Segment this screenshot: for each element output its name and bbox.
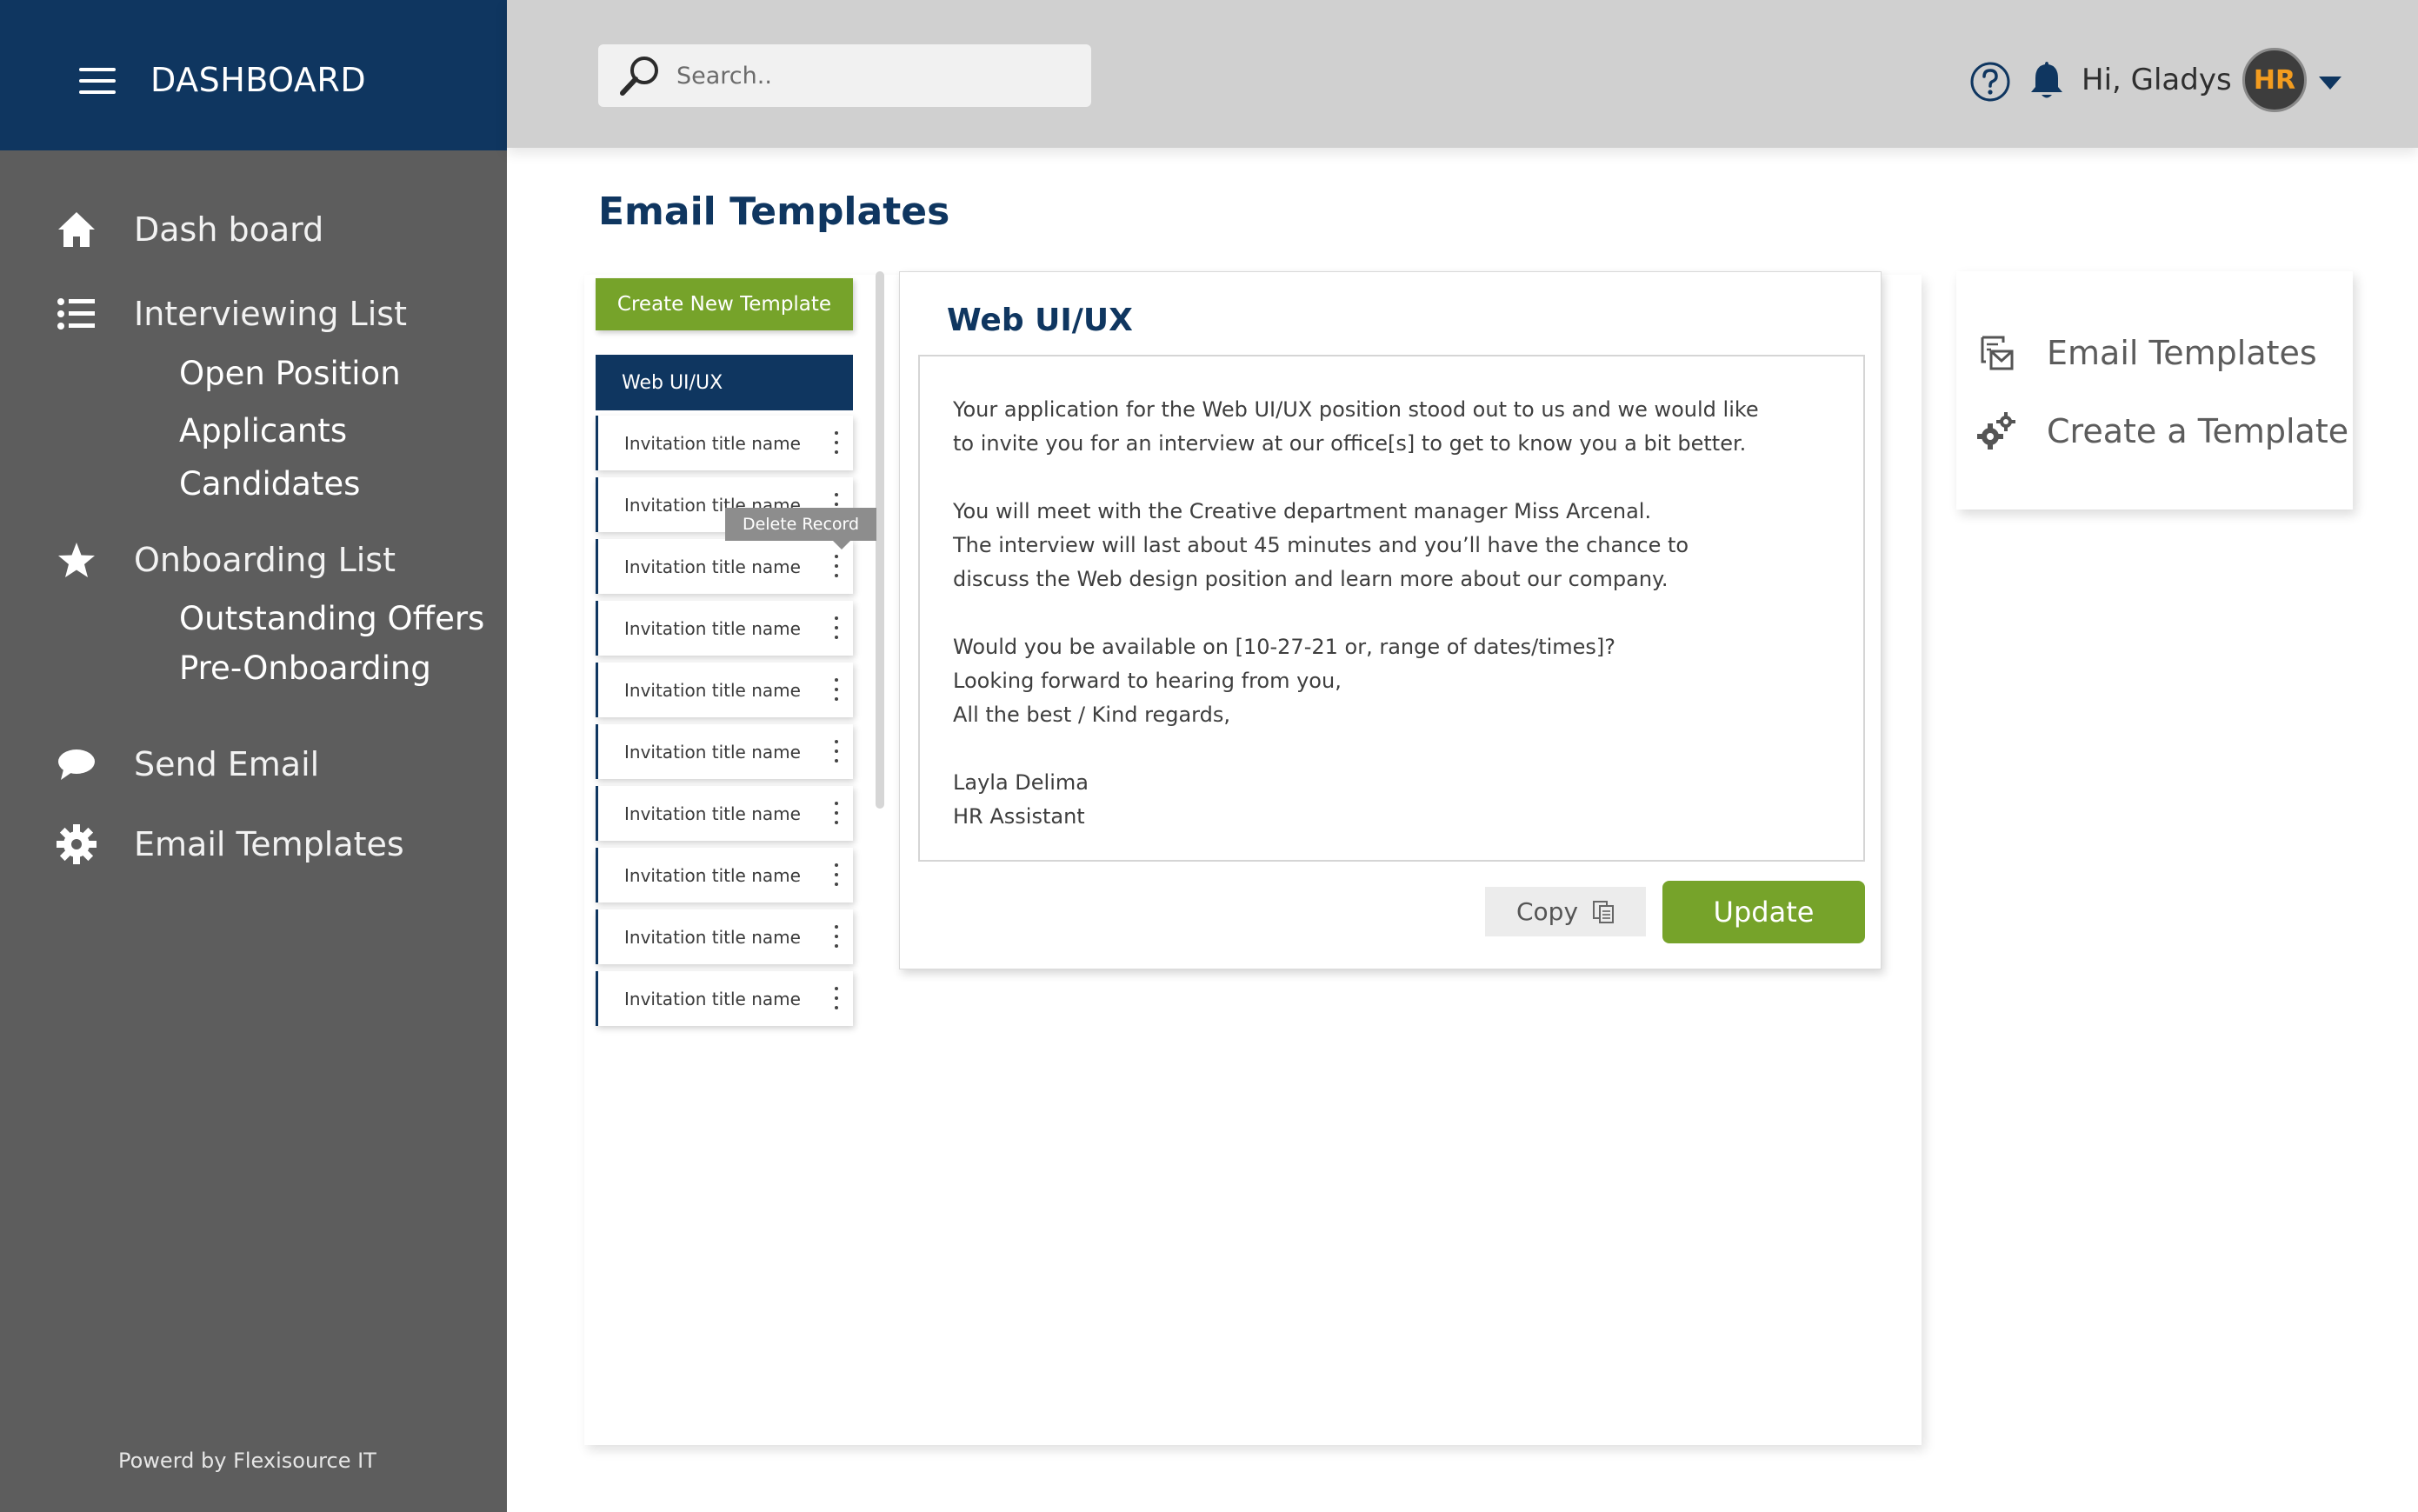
sidebar-subitem-pre-onboarding[interactable]: Pre-Onboarding: [179, 649, 431, 687]
template-item[interactable]: Invitation title name: [596, 416, 853, 470]
email-body-line: to invite you for an interview at our of…: [953, 431, 1747, 456]
sidebar-item-label: Dash board: [134, 210, 324, 249]
template-item-label: Invitation title name: [624, 741, 801, 763]
right-menu: Email Templates Create a Template: [1956, 271, 2353, 510]
template-item[interactable]: Invitation title name: [596, 786, 853, 841]
email-body-line: Layla Delima: [953, 770, 1089, 795]
template-item[interactable]: Invitation title name: [596, 601, 853, 656]
sidebar: DASHBOARD Dash board Interviewing List O…: [0, 0, 507, 1512]
email-body-line: You will meet with the Creative departme…: [953, 499, 1652, 523]
right-menu-email-templates[interactable]: Email Templates: [1975, 332, 2317, 374]
template-item-label: Invitation title name: [624, 679, 801, 701]
copy-button[interactable]: Copy: [1485, 887, 1646, 936]
email-body-line: Would you be available on [10-27-21 or, …: [953, 635, 1616, 659]
template-item[interactable]: Invitation title name: [596, 971, 853, 1026]
brand-bar: DASHBOARD: [0, 0, 507, 150]
template-item[interactable]: Invitation title name: [596, 909, 853, 964]
star-icon: [52, 536, 101, 584]
right-menu-create-template[interactable]: Create a Template: [1975, 410, 2348, 452]
sidebar-item-email-templates[interactable]: Email Templates: [52, 820, 404, 869]
email-body-line: discuss the Web design position and lear…: [953, 567, 1669, 591]
sidebar-subitem-open-position[interactable]: Open Position: [179, 355, 401, 392]
template-item[interactable]: Invitation title name: [596, 663, 853, 717]
copy-icon: [1593, 900, 1615, 923]
gears-icon: [1975, 410, 2017, 452]
sidebar-item-label: Interviewing List: [134, 295, 407, 333]
user-greeting: Hi, Gladys !: [2082, 63, 2254, 97]
chat-bubble-icon: [52, 740, 101, 789]
app-title: DASHBOARD: [150, 61, 367, 99]
template-item-label: Invitation title name: [624, 864, 801, 886]
sidebar-item-onboarding-list[interactable]: Onboarding List: [52, 536, 396, 584]
email-template-icon: [1975, 332, 2017, 374]
template-item[interactable]: Invitation title name: [596, 848, 853, 903]
copy-button-label: Copy: [1515, 897, 1579, 926]
editor-title: Web UI/UX: [947, 303, 1133, 338]
more-options-icon[interactable]: [832, 802, 841, 824]
template-item-active[interactable]: Web UI/UX: [596, 355, 853, 410]
list-icon: [52, 290, 101, 338]
search-input[interactable]: [676, 62, 1059, 90]
email-body-line: HR Assistant: [953, 804, 1085, 829]
sidebar-item-dashboard[interactable]: Dash board: [52, 205, 323, 254]
template-item-label: Invitation title name: [624, 617, 801, 639]
sidebar-item-label: Send Email: [134, 745, 320, 783]
template-list-scrollbar[interactable]: [876, 271, 884, 809]
sidebar-item-interviewing-list[interactable]: Interviewing List: [52, 290, 407, 338]
more-options-icon[interactable]: [832, 616, 841, 639]
email-body-line: Looking forward to hearing from you,: [953, 669, 1342, 693]
avatar-logo-text: HR: [2253, 64, 2296, 96]
powered-by-footer: Powerd by Flexisource IT: [118, 1449, 376, 1473]
sidebar-subitem-applicants[interactable]: Applicants: [179, 412, 347, 450]
more-options-icon[interactable]: [832, 555, 841, 577]
create-new-template-button[interactable]: Create New Template: [596, 278, 853, 330]
avatar[interactable]: HR: [2242, 48, 2307, 112]
search-icon[interactable]: [614, 50, 666, 102]
help-icon[interactable]: [1969, 61, 2011, 103]
home-icon: [52, 205, 101, 254]
gear-icon: [52, 820, 101, 869]
template-item-label: Invitation title name: [624, 988, 801, 1009]
more-options-icon[interactable]: [832, 431, 841, 454]
more-options-icon[interactable]: [832, 678, 841, 701]
template-item-label: Invitation title name: [624, 432, 801, 454]
more-options-icon[interactable]: [832, 987, 841, 1009]
email-body-line: The interview will last about 45 minutes…: [953, 533, 1689, 557]
bell-icon[interactable]: [2028, 59, 2065, 101]
email-body-line: Your application for the Web UI/UX posit…: [953, 397, 1759, 422]
chevron-down-icon[interactable]: [2319, 77, 2341, 90]
template-item-label: Invitation title name: [624, 926, 801, 948]
page-title: Email Templates: [598, 190, 950, 234]
more-options-icon[interactable]: [832, 925, 841, 948]
sidebar-subitem-candidates[interactable]: Candidates: [179, 465, 360, 503]
sidebar-item-label: Onboarding List: [134, 541, 396, 579]
template-item[interactable]: Invitation title name: [596, 724, 853, 779]
more-options-icon[interactable]: [832, 863, 841, 886]
update-button[interactable]: Update: [1662, 881, 1865, 943]
delete-record-tooltip: Delete Record: [725, 508, 876, 550]
template-item[interactable]: Invitation title name: [596, 539, 853, 594]
right-menu-label: Create a Template: [2047, 412, 2349, 450]
sidebar-item-label: Email Templates: [134, 825, 404, 863]
more-options-icon[interactable]: [832, 740, 841, 763]
template-item-label: Invitation title name: [624, 556, 801, 577]
email-body-line: All the best / Kind regards,: [953, 703, 1230, 727]
template-item-label: Invitation title name: [624, 803, 801, 824]
search-box[interactable]: [598, 44, 1091, 107]
email-body-textarea[interactable]: Your application for the Web UI/UX posit…: [918, 355, 1865, 862]
hamburger-menu-icon[interactable]: [79, 68, 116, 94]
right-menu-label: Email Templates: [2047, 334, 2317, 372]
sidebar-subitem-outstanding-offers[interactable]: Outstanding Offers: [179, 600, 484, 637]
sidebar-item-send-email[interactable]: Send Email: [52, 740, 319, 789]
